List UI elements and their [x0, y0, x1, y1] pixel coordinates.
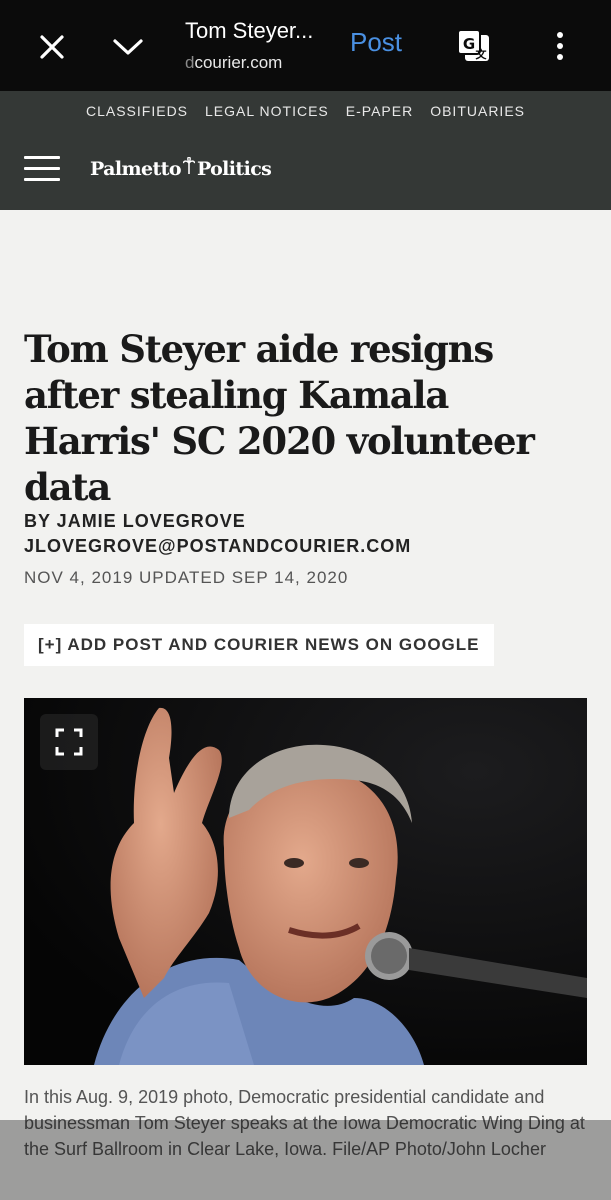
browser-toolbar: Tom Steyer... dcourier.com Post G 文	[0, 0, 611, 91]
close-icon[interactable]	[30, 25, 74, 69]
nav-classifieds[interactable]: CLASSIFIEDS	[86, 103, 188, 119]
article-photo[interactable]	[24, 698, 587, 1065]
chevron-down-icon[interactable]	[106, 25, 150, 69]
logo-text-right: Politics	[196, 157, 272, 180]
nav-e-paper[interactable]: E-PAPER	[346, 103, 413, 119]
bottom-overlay	[0, 1120, 611, 1200]
article-date: NOV 4, 2019 UPDATED SEP 14, 2020	[24, 568, 349, 587]
page-title: Tom Steyer...	[185, 18, 314, 43]
expand-photo-button[interactable]	[40, 714, 98, 770]
site-logo[interactable]: Palmetto Politics	[90, 156, 272, 180]
fullscreen-icon	[55, 728, 83, 756]
post-button[interactable]: Post	[350, 27, 402, 58]
photo-illustration	[24, 698, 587, 1065]
menu-icon[interactable]	[24, 156, 60, 182]
top-nav: CLASSIFIEDS LEGAL NOTICES E-PAPER OBITUA…	[0, 103, 611, 119]
svg-text:文: 文	[476, 47, 488, 61]
byline: BY JAMIE LOVEGROVE JLOVEGROVE@POSTANDCOU…	[24, 509, 411, 559]
translate-icon[interactable]: G 文	[452, 24, 496, 68]
add-google-news-button[interactable]: [+] ADD POST AND COURIER NEWS ON GOOGLE	[24, 624, 494, 666]
palmetto-tree-icon	[182, 156, 196, 180]
nav-obituaries[interactable]: OBITUARIES	[430, 103, 525, 119]
more-vert-icon[interactable]	[538, 24, 582, 68]
site-header: CLASSIFIEDS LEGAL NOTICES E-PAPER OBITUA…	[0, 91, 611, 210]
logo-text-left: Palmetto	[90, 157, 182, 180]
svg-text:G: G	[463, 35, 475, 53]
byline-email[interactable]: JLOVEGROVE@POSTANDCOURIER.COM	[24, 534, 411, 559]
nav-legal-notices[interactable]: LEGAL NOTICES	[205, 103, 329, 119]
url-text: courier.com	[194, 53, 283, 72]
article-headline: Tom Steyer aide resigns after stealing K…	[24, 327, 535, 509]
byline-author[interactable]: BY JAMIE LOVEGROVE	[24, 509, 411, 534]
page-url: dcourier.com	[185, 53, 282, 73]
